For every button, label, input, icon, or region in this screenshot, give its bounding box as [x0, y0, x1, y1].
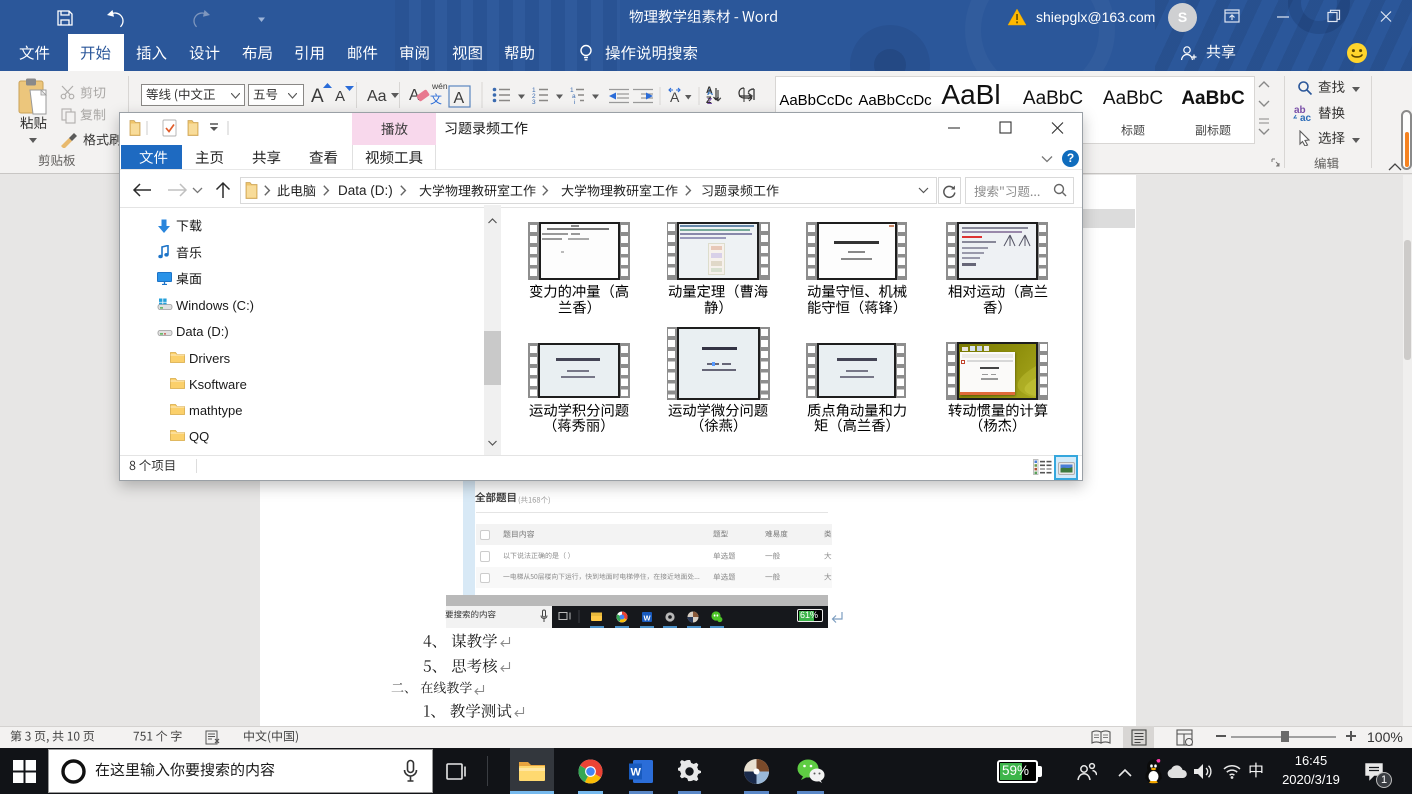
svg-text:W: W	[644, 614, 652, 623]
svg-text:A: A	[454, 90, 465, 107]
svg-text:wén: wén	[431, 81, 448, 91]
svg-text:A: A	[706, 85, 713, 95]
svg-text:3: 3	[532, 99, 536, 106]
svg-text:W: W	[631, 767, 642, 779]
svg-text:ac: ac	[1300, 113, 1312, 122]
svg-text:Z: Z	[706, 95, 712, 105]
svg-text:Aa: Aa	[367, 88, 387, 105]
svg-text:A: A	[335, 88, 345, 105]
svg-text:A: A	[311, 86, 324, 107]
svg-text:i: i	[574, 99, 575, 106]
